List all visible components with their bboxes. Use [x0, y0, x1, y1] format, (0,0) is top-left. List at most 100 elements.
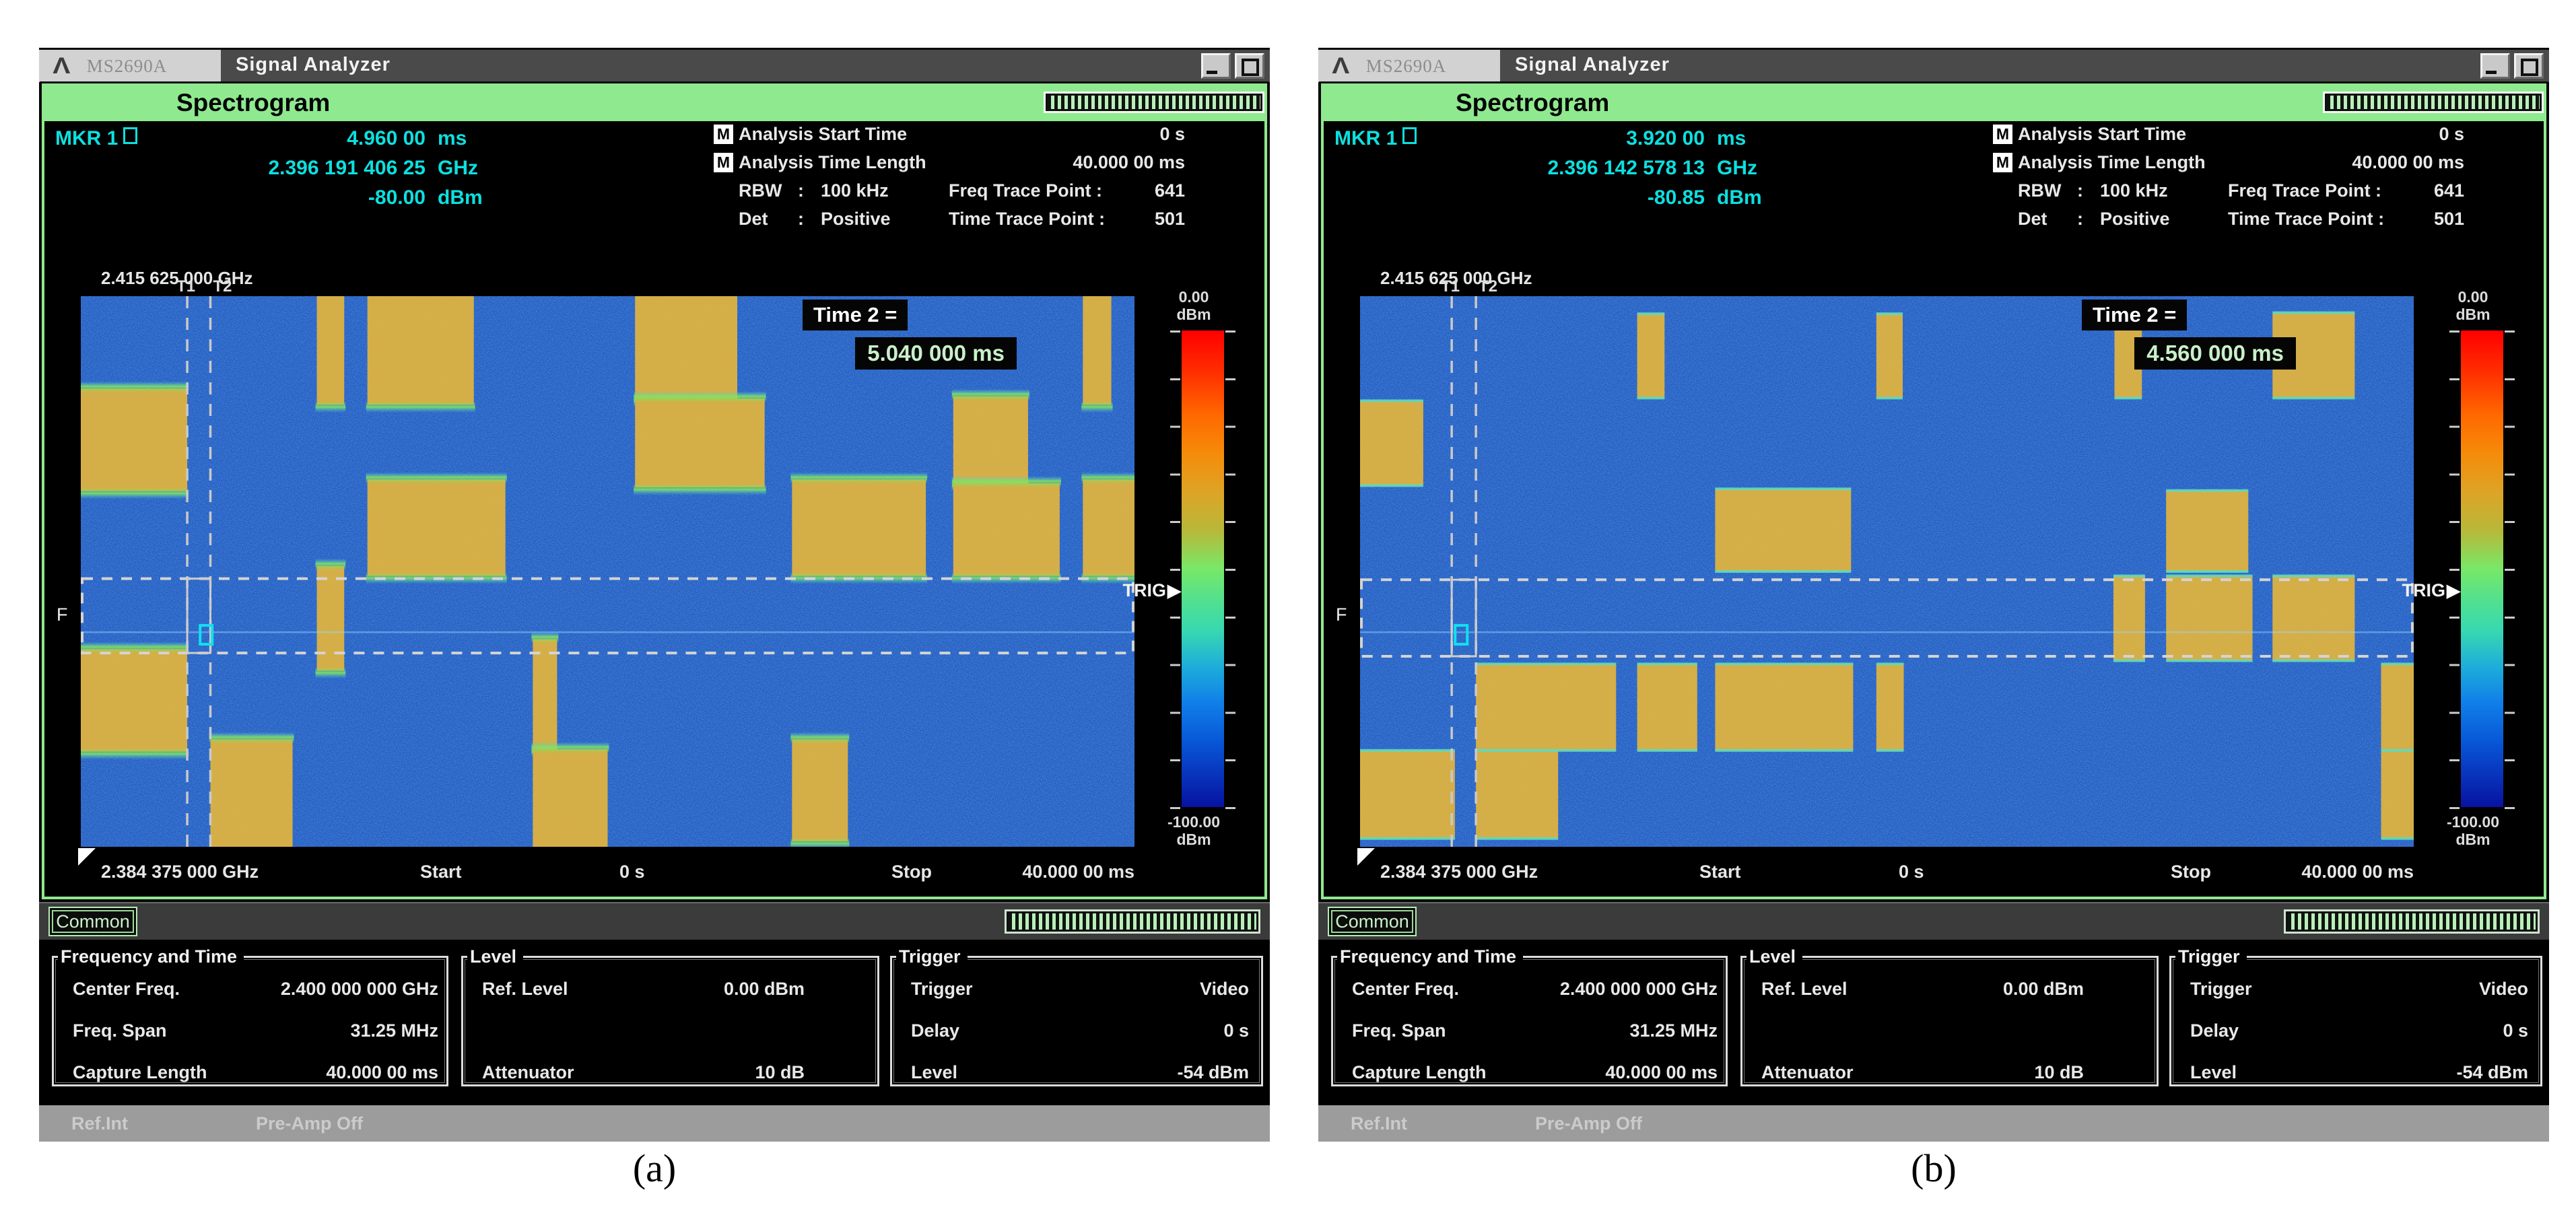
attenuator-row: Attenuator10 dB — [463, 1059, 877, 1086]
marker-freq-value: 2.396 191 406 25 — [155, 157, 426, 180]
figure-caption-a: (a) — [39, 1146, 1270, 1191]
marker-freq-row: 2.396 142 578 13 GHz — [1334, 153, 1782, 183]
marker-readout: MKR 1 4.960 00 ms 2.396 191 406 25 GHz -… — [55, 124, 502, 213]
common-button[interactable]: Common — [1328, 907, 1417, 936]
marker-label: MKR 1 — [55, 127, 155, 151]
marker-label: MKR 1 — [1334, 127, 1434, 151]
window-title: Signal Analyzer — [236, 48, 391, 82]
t2-marker-label: T2 — [213, 277, 232, 296]
marker-freq-unit: GHz — [1705, 157, 1782, 180]
activity-stripes-icon — [2325, 94, 2542, 111]
window-controls — [2480, 53, 2544, 79]
time-axis-start-value: 0 s — [1899, 862, 1924, 882]
time-axis-start-label: Start — [1699, 862, 1741, 882]
measure-icon: M — [714, 125, 733, 144]
colorbar-max-label: 0.00dBm — [2422, 288, 2523, 323]
ref-level-row: Ref. Level0.00 dBm — [1742, 975, 2157, 1002]
analyzer-window: Λ MS2690A Signal Analyzer Spectrogram MK… — [39, 46, 1270, 1142]
maximize-icon — [1242, 59, 1259, 76]
activity-stripes-icon — [1046, 94, 1262, 111]
analysis-readout: M Analysis Start Time 0 s M Analysis Tim… — [1993, 120, 2464, 233]
freq-span-row: Freq. Span31.25 MHz — [54, 1017, 446, 1044]
time-axis-stop-value: 40.000 00 ms — [982, 862, 1134, 882]
marker-freq-unit: GHz — [426, 157, 502, 180]
minimize-icon — [2486, 71, 2497, 74]
capture-length-row: Capture Length40.000 00 ms — [1333, 1059, 1726, 1086]
detector-row: Det : Positive Time Trace Point : 501 — [714, 205, 1185, 233]
function-bar: Common — [39, 902, 1270, 940]
maximize-button[interactable] — [2514, 53, 2544, 79]
marker-time-unit: ms — [1705, 127, 1782, 150]
ref-level-row: Ref. Level0.00 dBm — [463, 975, 877, 1002]
figure-caption-b: (b) — [1318, 1146, 2549, 1191]
analysis-readout: M Analysis Start Time 0 s M Analysis Tim… — [714, 120, 1185, 233]
minimize-button[interactable] — [2480, 53, 2510, 79]
amplitude-colorbar — [1182, 331, 1224, 807]
anritsu-logo: Λ MS2690A — [1318, 50, 1500, 82]
marker-level-unit: dBm — [426, 186, 502, 209]
trigger-group: Trigger TriggerVideo Delay0 s Level-54 d… — [890, 956, 1263, 1086]
marker-time-row: MKR 1 3.920 00 ms — [1334, 124, 1782, 153]
window-titlebar: Λ MS2690A Signal Analyzer — [1318, 46, 2549, 82]
colorbar-ticks-right — [1225, 331, 1235, 809]
marker-time-unit: ms — [426, 127, 502, 150]
marker-level-unit: dBm — [1705, 186, 1782, 209]
colorbar-ticks-left — [2449, 331, 2460, 809]
colorbar-max-label: 0.00dBm — [1143, 288, 1244, 323]
common-button[interactable]: Common — [48, 907, 137, 936]
marker-freq-row: 2.396 191 406 25 GHz — [55, 153, 502, 183]
marker-level-row: -80.85 dBm — [1334, 183, 1782, 213]
screen-header: Spectrogram — [1324, 86, 2544, 121]
activity-stripes-icon — [1007, 911, 1258, 932]
attenuator-row: Attenuator10 dB — [1742, 1059, 2157, 1086]
trigger-delay-row: Delay0 s — [2171, 1017, 2540, 1044]
rbw-row: RBW : 100 kHz Freq Trace Point : 641 — [1993, 176, 2464, 205]
trigger-level-marker: TRIG ▶ — [1101, 580, 1181, 601]
marker-level-row: -80.00 dBm — [55, 183, 502, 213]
preamp-status: Pre-Amp Off — [256, 1105, 363, 1142]
colorbar-ticks-right — [2505, 331, 2515, 809]
capture-length-row: Capture Length40.000 00 ms — [54, 1059, 446, 1086]
freq-axis-bottom-label: 2.384 375 000 GHz — [1380, 862, 1538, 882]
spectrogram-canvas — [1360, 296, 2414, 847]
spectrogram-plot[interactable]: Time 2 = 4.560 000 ms — [1360, 296, 2414, 847]
function-bar: Common — [1318, 902, 2549, 940]
time2-label: Time 2 = — [2082, 300, 2187, 331]
measure-icon: M — [1993, 125, 2012, 144]
maximize-button[interactable] — [1235, 53, 1264, 79]
time-axis-stop-value: 40.000 00 ms — [2261, 862, 2414, 882]
trigger-delay-row: Delay0 s — [892, 1017, 1261, 1044]
marker-level-value: -80.85 — [1434, 186, 1705, 209]
window-controls — [1201, 53, 1264, 79]
analysis-start-row: M Analysis Start Time 0 s — [714, 120, 1185, 148]
window-title: Signal Analyzer — [1515, 48, 1670, 82]
freq-marker-label: F — [57, 604, 68, 625]
time2-value: 4.560 000 ms — [2134, 337, 2296, 370]
measure-icon: M — [1993, 153, 2012, 172]
trigger-source-row: TriggerVideo — [2171, 975, 2540, 1002]
activity-stripes-icon — [2286, 911, 2538, 932]
instrument-model: MS2690A — [87, 56, 168, 77]
rbw-row: RBW : 100 kHz Freq Trace Point : 641 — [714, 176, 1185, 205]
time-axis-start-label: Start — [420, 862, 462, 882]
freq-time-group: Frequency and Time Center Freq.2.400 000… — [1331, 956, 1728, 1086]
preamp-status: Pre-Amp Off — [1535, 1105, 1642, 1142]
trigger-level-row: Level-54 dBm — [2171, 1059, 2540, 1086]
anritsu-logo: Λ MS2690A — [39, 50, 221, 82]
freq-marker-label: F — [1336, 604, 1347, 625]
spectrogram-plot[interactable]: Time 2 = 5.040 000 ms — [81, 296, 1134, 847]
trigger-level-row: Level-54 dBm — [892, 1059, 1261, 1086]
minimize-button[interactable] — [1201, 53, 1231, 79]
analysis-length-row: M Analysis Time Length 40.000 00 ms — [1993, 148, 2464, 176]
center-freq-row: Center Freq.2.400 000 000 GHz — [1333, 975, 1726, 1002]
marker-square-icon — [123, 127, 137, 144]
maximize-icon — [2521, 59, 2538, 76]
colorbar-min-label: -100.00dBm — [1143, 813, 1244, 848]
marker-level-value: -80.00 — [155, 186, 426, 209]
colorbar-min-label: -100.00dBm — [2422, 813, 2523, 848]
trigger-group: Trigger TriggerVideo Delay0 s Level-54 d… — [2169, 956, 2542, 1086]
anritsu-logo-icon: Λ — [1332, 53, 1349, 79]
level-group: Level Ref. Level0.00 dBm Attenuator10 dB — [1740, 956, 2159, 1086]
marker-time-row: MKR 1 4.960 00 ms — [55, 124, 502, 153]
reference-status: Ref.Int — [1351, 1105, 1407, 1142]
